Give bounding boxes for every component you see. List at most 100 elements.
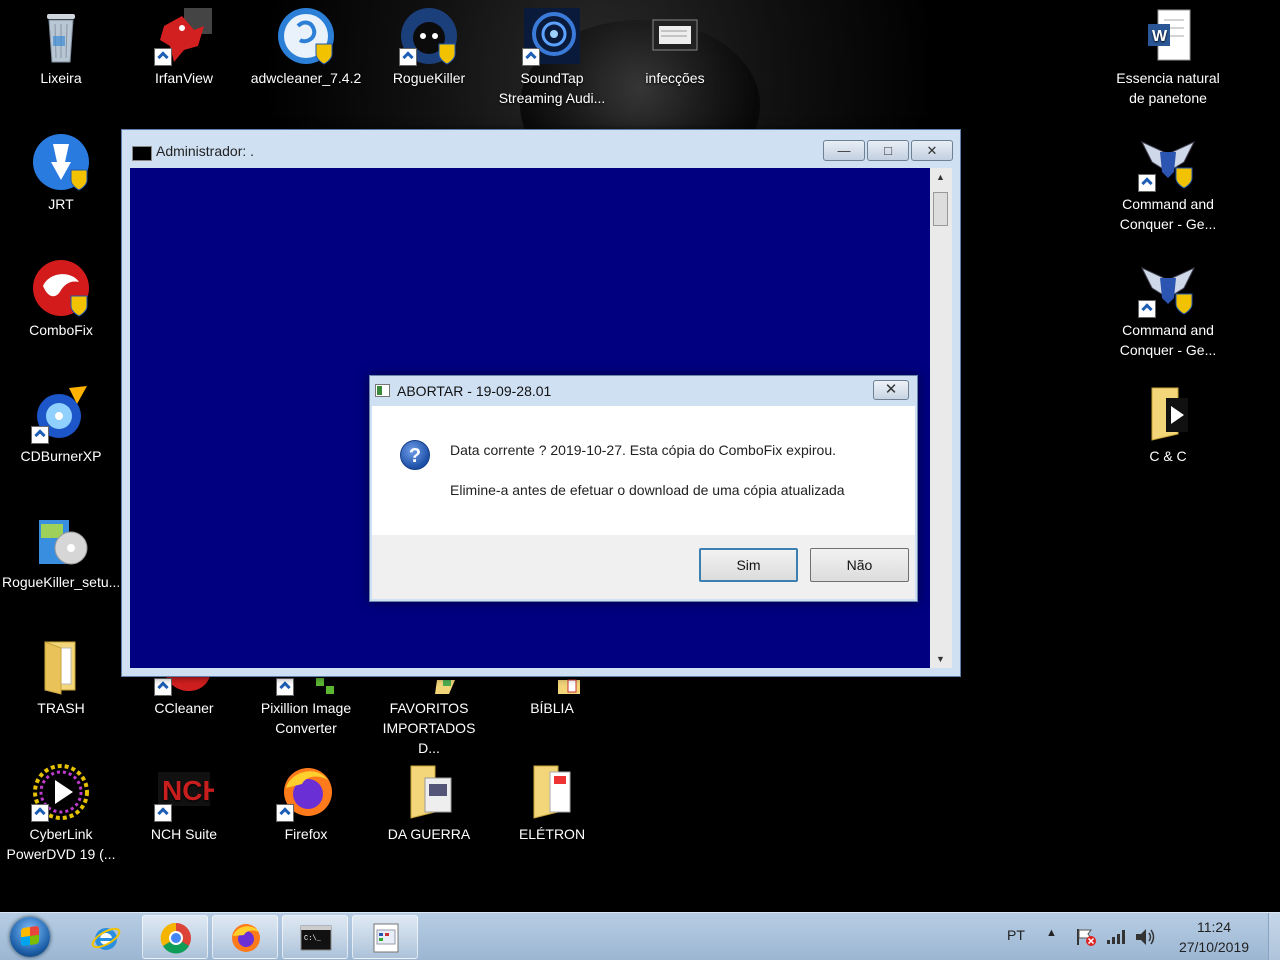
maximize-button[interactable]: □ [867, 140, 909, 161]
firefox-icon [276, 762, 336, 822]
taskbar-ie[interactable] [72, 915, 138, 959]
console-scrollbar[interactable]: ▲ ▼ [930, 168, 952, 668]
clock[interactable]: 11:24 27/10/2019 [1166, 917, 1262, 957]
desktop-icon-roguekiller[interactable]: RogueKiller [368, 6, 490, 88]
desktop-icon-label: C & C [1149, 448, 1187, 464]
roguekiller-icon [399, 6, 459, 66]
minimize-button[interactable]: — [823, 140, 865, 161]
minimize-icon: — [837, 143, 851, 158]
dialog-close-button[interactable]: ✕ [873, 380, 909, 400]
show-hidden-icons-chevron-icon[interactable]: ▲ [1046, 927, 1057, 939]
desktop-icon-essencia[interactable]: W Essencia natural de panetone [1107, 6, 1229, 108]
firefox-icon [232, 924, 260, 952]
desktop-icon-label: Pixillion Image Converter [260, 700, 352, 736]
desktop-icon-lixeira[interactable]: Lixeira [0, 6, 122, 88]
desktop-icon-irfanview[interactable]: IrfanView [123, 6, 245, 88]
desktop-icon-label: IrfanView [154, 70, 214, 86]
action-center-flag-icon[interactable] [1075, 927, 1097, 947]
desktop-icon-label: Lixeira [40, 70, 82, 86]
desktop-icon-label: DA GUERRA [387, 826, 471, 842]
installer-icon [31, 510, 91, 570]
desktop-icon-roguekiller-setup[interactable]: RogueKiller_setu... [0, 510, 122, 592]
desktop-icon-firefox[interactable]: Firefox [245, 762, 367, 844]
dialog-message-line1: Data corrente ? 2019-10-27. Esta cópia d… [450, 442, 836, 458]
desktop-icon-combofix[interactable]: ComboFix [0, 258, 122, 340]
clock-date: 27/10/2019 [1178, 939, 1250, 955]
desktop-icon-label: RogueKiller [392, 70, 466, 86]
shortcut-arrow-icon [154, 678, 172, 696]
show-desktop-button[interactable] [1268, 913, 1280, 960]
svg-text:C:\_: C:\_ [304, 935, 322, 943]
folder-icon [522, 762, 582, 822]
no-button[interactable]: Não [810, 548, 909, 582]
scroll-thumb[interactable] [933, 192, 948, 226]
scroll-down-arrow-icon[interactable]: ▼ [936, 654, 945, 664]
shortcut-arrow-icon [522, 48, 540, 66]
maximize-icon: □ [884, 143, 892, 158]
yes-button[interactable]: Sim [699, 548, 798, 582]
desktop-icon-label: FAVORITOS IMPORTADOS D... [382, 700, 476, 756]
desktop-icon-trash[interactable]: TRASH [0, 636, 122, 718]
shortcut-arrow-icon [276, 804, 294, 822]
taskbar-combofix-window[interactable] [352, 915, 418, 959]
network-signal-icon[interactable] [1106, 929, 1126, 945]
taskbar-chrome[interactable] [142, 915, 208, 959]
desktop-icon-infeccoes[interactable]: infecções [614, 6, 736, 88]
desktop-icon-label: RogueKiller_setu... [2, 574, 121, 590]
desktop-icon-powerdvd[interactable]: CyberLink PowerDVD 19 (... [0, 762, 122, 864]
desktop-icon-cnc-2[interactable]: Command and Conquer - Ge... [1107, 258, 1229, 360]
console-titlebar[interactable]: Administrador: . — □ ✕ [122, 130, 960, 168]
scroll-up-arrow-icon[interactable]: ▲ [936, 172, 945, 182]
desktop-icon-da-guerra[interactable]: DA GUERRA [368, 762, 490, 844]
clock-time: 11:24 [1197, 919, 1231, 935]
recycle-bin-icon [31, 6, 91, 66]
console-icon: C:\_ [300, 925, 332, 951]
desktop-icon-eletron[interactable]: ELÉTRON [491, 762, 613, 844]
language-indicator[interactable]: PT [1007, 927, 1025, 943]
taskbar: C:\_ PT ▲ 11:24 27/10/2019 [0, 912, 1280, 960]
desktop-icon-label: BÍBLIA [530, 700, 574, 716]
shortcut-arrow-icon [31, 804, 49, 822]
desktop-icon-cdburnerxp[interactable]: CDBurnerXP [0, 384, 122, 466]
volume-icon[interactable] [1134, 927, 1158, 947]
folder-icon [31, 636, 91, 696]
taskbar-console[interactable]: C:\_ [282, 915, 348, 959]
desktop-icon-label: SoundTap Streaming Audi... [498, 70, 606, 106]
document-icon [645, 6, 705, 66]
desktop-icon-label: NCH Suite [150, 826, 218, 842]
folder-icon [1138, 384, 1198, 444]
dialog-app-icon [375, 384, 390, 397]
taskbar-firefox[interactable] [212, 915, 278, 959]
dialog-footer: Sim Não [372, 535, 915, 599]
start-button[interactable] [10, 917, 50, 957]
shortcut-arrow-icon [31, 426, 49, 444]
windows-logo-icon [21, 925, 39, 947]
desktop-icon-cc-folder[interactable]: C & C [1107, 384, 1229, 466]
desktop-icon-label: ComboFix [29, 322, 93, 338]
shortcut-arrow-icon [276, 678, 294, 696]
close-icon: ✕ [926, 143, 938, 158]
desktop-icon-adwcleaner[interactable]: adwcleaner_7.4.2 [245, 6, 367, 88]
desktop-icon-label: adwcleaner_7.4.2 [250, 70, 362, 86]
close-icon: ✕ [884, 381, 898, 398]
shortcut-arrow-icon [154, 804, 172, 822]
combofix-icon [31, 258, 91, 318]
desktop-icon-label: CCleaner [154, 700, 214, 716]
irfanview-icon [154, 6, 214, 66]
desktop: Lixeira IrfanView adwcleaner_7.4.2 Rogue… [0, 0, 1280, 912]
powerdvd-icon [31, 762, 91, 822]
desktop-icon-nch-suite[interactable]: NCH NCH Suite [123, 762, 245, 844]
desktop-icon-soundtap[interactable]: SoundTap Streaming Audi... [491, 6, 613, 108]
dialog-titlebar[interactable]: ABORTAR - 19-09-28.01 ✕ [370, 376, 917, 406]
shortcut-arrow-icon [1138, 174, 1156, 192]
cdburnerxp-icon [31, 384, 91, 444]
console-title: Administrador: . [156, 143, 255, 159]
word-doc-icon: W [1138, 6, 1198, 66]
desktop-icon-label: CDBurnerXP [20, 448, 102, 464]
desktop-icon-cnc-1[interactable]: Command and Conquer - Ge... [1107, 132, 1229, 234]
dialog-title: ABORTAR - 19-09-28.01 [397, 383, 552, 399]
abort-dialog[interactable]: ABORTAR - 19-09-28.01 ✕ ? Data corrente … [369, 375, 918, 602]
desktop-icon-jrt[interactable]: JRT [0, 132, 122, 214]
nch-icon: NCH [154, 762, 223, 822]
close-button[interactable]: ✕ [911, 140, 953, 161]
